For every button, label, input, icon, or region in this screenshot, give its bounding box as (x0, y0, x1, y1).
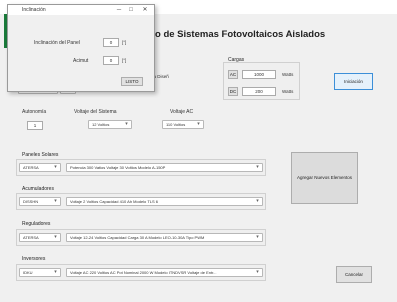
paneles-title: Paneles Solares (22, 152, 59, 158)
inversores-brand-value: IDKU (23, 270, 33, 275)
reguladores-brand-select[interactable]: ATERSA ▾ (19, 233, 61, 242)
dialog-title: Inclinación (22, 7, 46, 13)
reguladores-title: Reguladores (22, 221, 51, 227)
ok-button[interactable]: LISTO (121, 77, 143, 86)
inversores-brand-select[interactable]: IDKU ▾ (19, 268, 61, 277)
cargas-dc-label: DC (228, 87, 238, 96)
chevron-down-icon: ▾ (256, 198, 259, 204)
chevron-down-icon: ▾ (54, 164, 57, 170)
inclinacion-input[interactable]: 0 (103, 38, 119, 47)
chevron-down-icon: ▾ (256, 164, 259, 170)
inclinacion-label: Inclinación del Panel (34, 40, 80, 46)
acumuladores-brand-value: DISSHN (23, 199, 39, 204)
paneles-brand-value: ATERSA (23, 165, 39, 170)
chevron-down-icon: ▾ (256, 234, 259, 240)
acumuladores-brand-select[interactable]: DISSHN ▾ (19, 197, 61, 206)
voltaje-sistema-select[interactable]: 12 Voltios ▾ (88, 120, 132, 129)
inclinacion-unit: [°] (122, 40, 127, 45)
cargas-title: Cargas (228, 57, 245, 63)
autonomia-input[interactable]: 1 (27, 121, 43, 130)
acimut-input[interactable]: 0 (103, 56, 119, 65)
acumuladores-model-select[interactable]: Voltaje 2 Voltios Capacidad 410 Ah Model… (66, 197, 263, 206)
paneles-brand-select[interactable]: ATERSA ▾ (19, 163, 61, 172)
minimize-icon[interactable]: ─ (114, 5, 124, 15)
voltaje-ac-value: 110 Voltios (166, 122, 186, 127)
inversores-model-select[interactable]: Voltaje AC 220 Voltios AC Pot Nominal 20… (66, 268, 263, 277)
autonomia-label: Autonomía (22, 109, 47, 115)
paneles-model-select[interactable]: Potencia 300 Vatios Voltaje 30 Voltios M… (66, 163, 263, 172)
cargas-ac-label: AC (228, 70, 238, 79)
voltaje-ac-label: Voltaje AC (170, 109, 194, 115)
iniciacion-button[interactable]: Iniciación (334, 73, 373, 90)
reguladores-brand-value: ATERSA (23, 235, 39, 240)
acumuladores-detail: Voltaje 2 Voltios Capacidad 410 Ah Model… (70, 199, 158, 204)
reguladores-detail: Voltaje 12-24 Voltios Capacidad Carga 30… (70, 235, 205, 240)
chevron-down-icon: ▾ (54, 269, 57, 275)
cargas-dc-input[interactable]: 200 (242, 87, 276, 96)
chevron-down-icon: ▾ (54, 198, 57, 204)
paneles-detail: Potencia 300 Vatios Voltaje 30 Voltios M… (70, 165, 166, 170)
chevron-down-icon: ▾ (125, 121, 128, 127)
inversores-title: Inversores (22, 256, 46, 262)
page-title: o de Sistemas Fotovoltaicos Aislados (155, 29, 326, 40)
cargas-ac-unit: Watts (282, 72, 294, 77)
cargas-ac-input[interactable]: 1000 (242, 70, 276, 79)
maximize-icon[interactable]: □ (126, 5, 136, 15)
voltaje-ac-select[interactable]: 110 Voltios ▾ (162, 120, 204, 129)
voltaje-sistema-value: 12 Voltios (92, 122, 110, 127)
acimut-label: Acimut (73, 58, 89, 64)
chevron-down-icon: ▾ (256, 269, 259, 275)
acimut-unit: [°] (122, 58, 127, 63)
cancel-button[interactable]: Cancelar (336, 266, 372, 283)
chevron-down-icon: ▾ (54, 234, 57, 240)
acumuladores-title: Acumuladores (22, 186, 54, 192)
voltaje-sistema-label: Voltaje del Sistema (74, 109, 117, 115)
inclinacion-dialog: Inclinación ─ □ ✕ Inclinación del Panel … (7, 4, 155, 92)
agregar-elementos-button[interactable]: Agregar Nuevos Elementos (291, 152, 358, 204)
dialog-titlebar: Inclinación ─ □ ✕ (8, 5, 154, 15)
inversores-detail: Voltaje AC 220 Voltios AC Pot Nominal 20… (70, 270, 217, 275)
reguladores-model-select[interactable]: Voltaje 12-24 Voltios Capacidad Carga 30… (66, 233, 263, 242)
close-icon[interactable]: ✕ (140, 5, 150, 15)
cargas-dc-unit: Watts (282, 89, 294, 94)
chevron-down-icon: ▾ (197, 121, 200, 127)
